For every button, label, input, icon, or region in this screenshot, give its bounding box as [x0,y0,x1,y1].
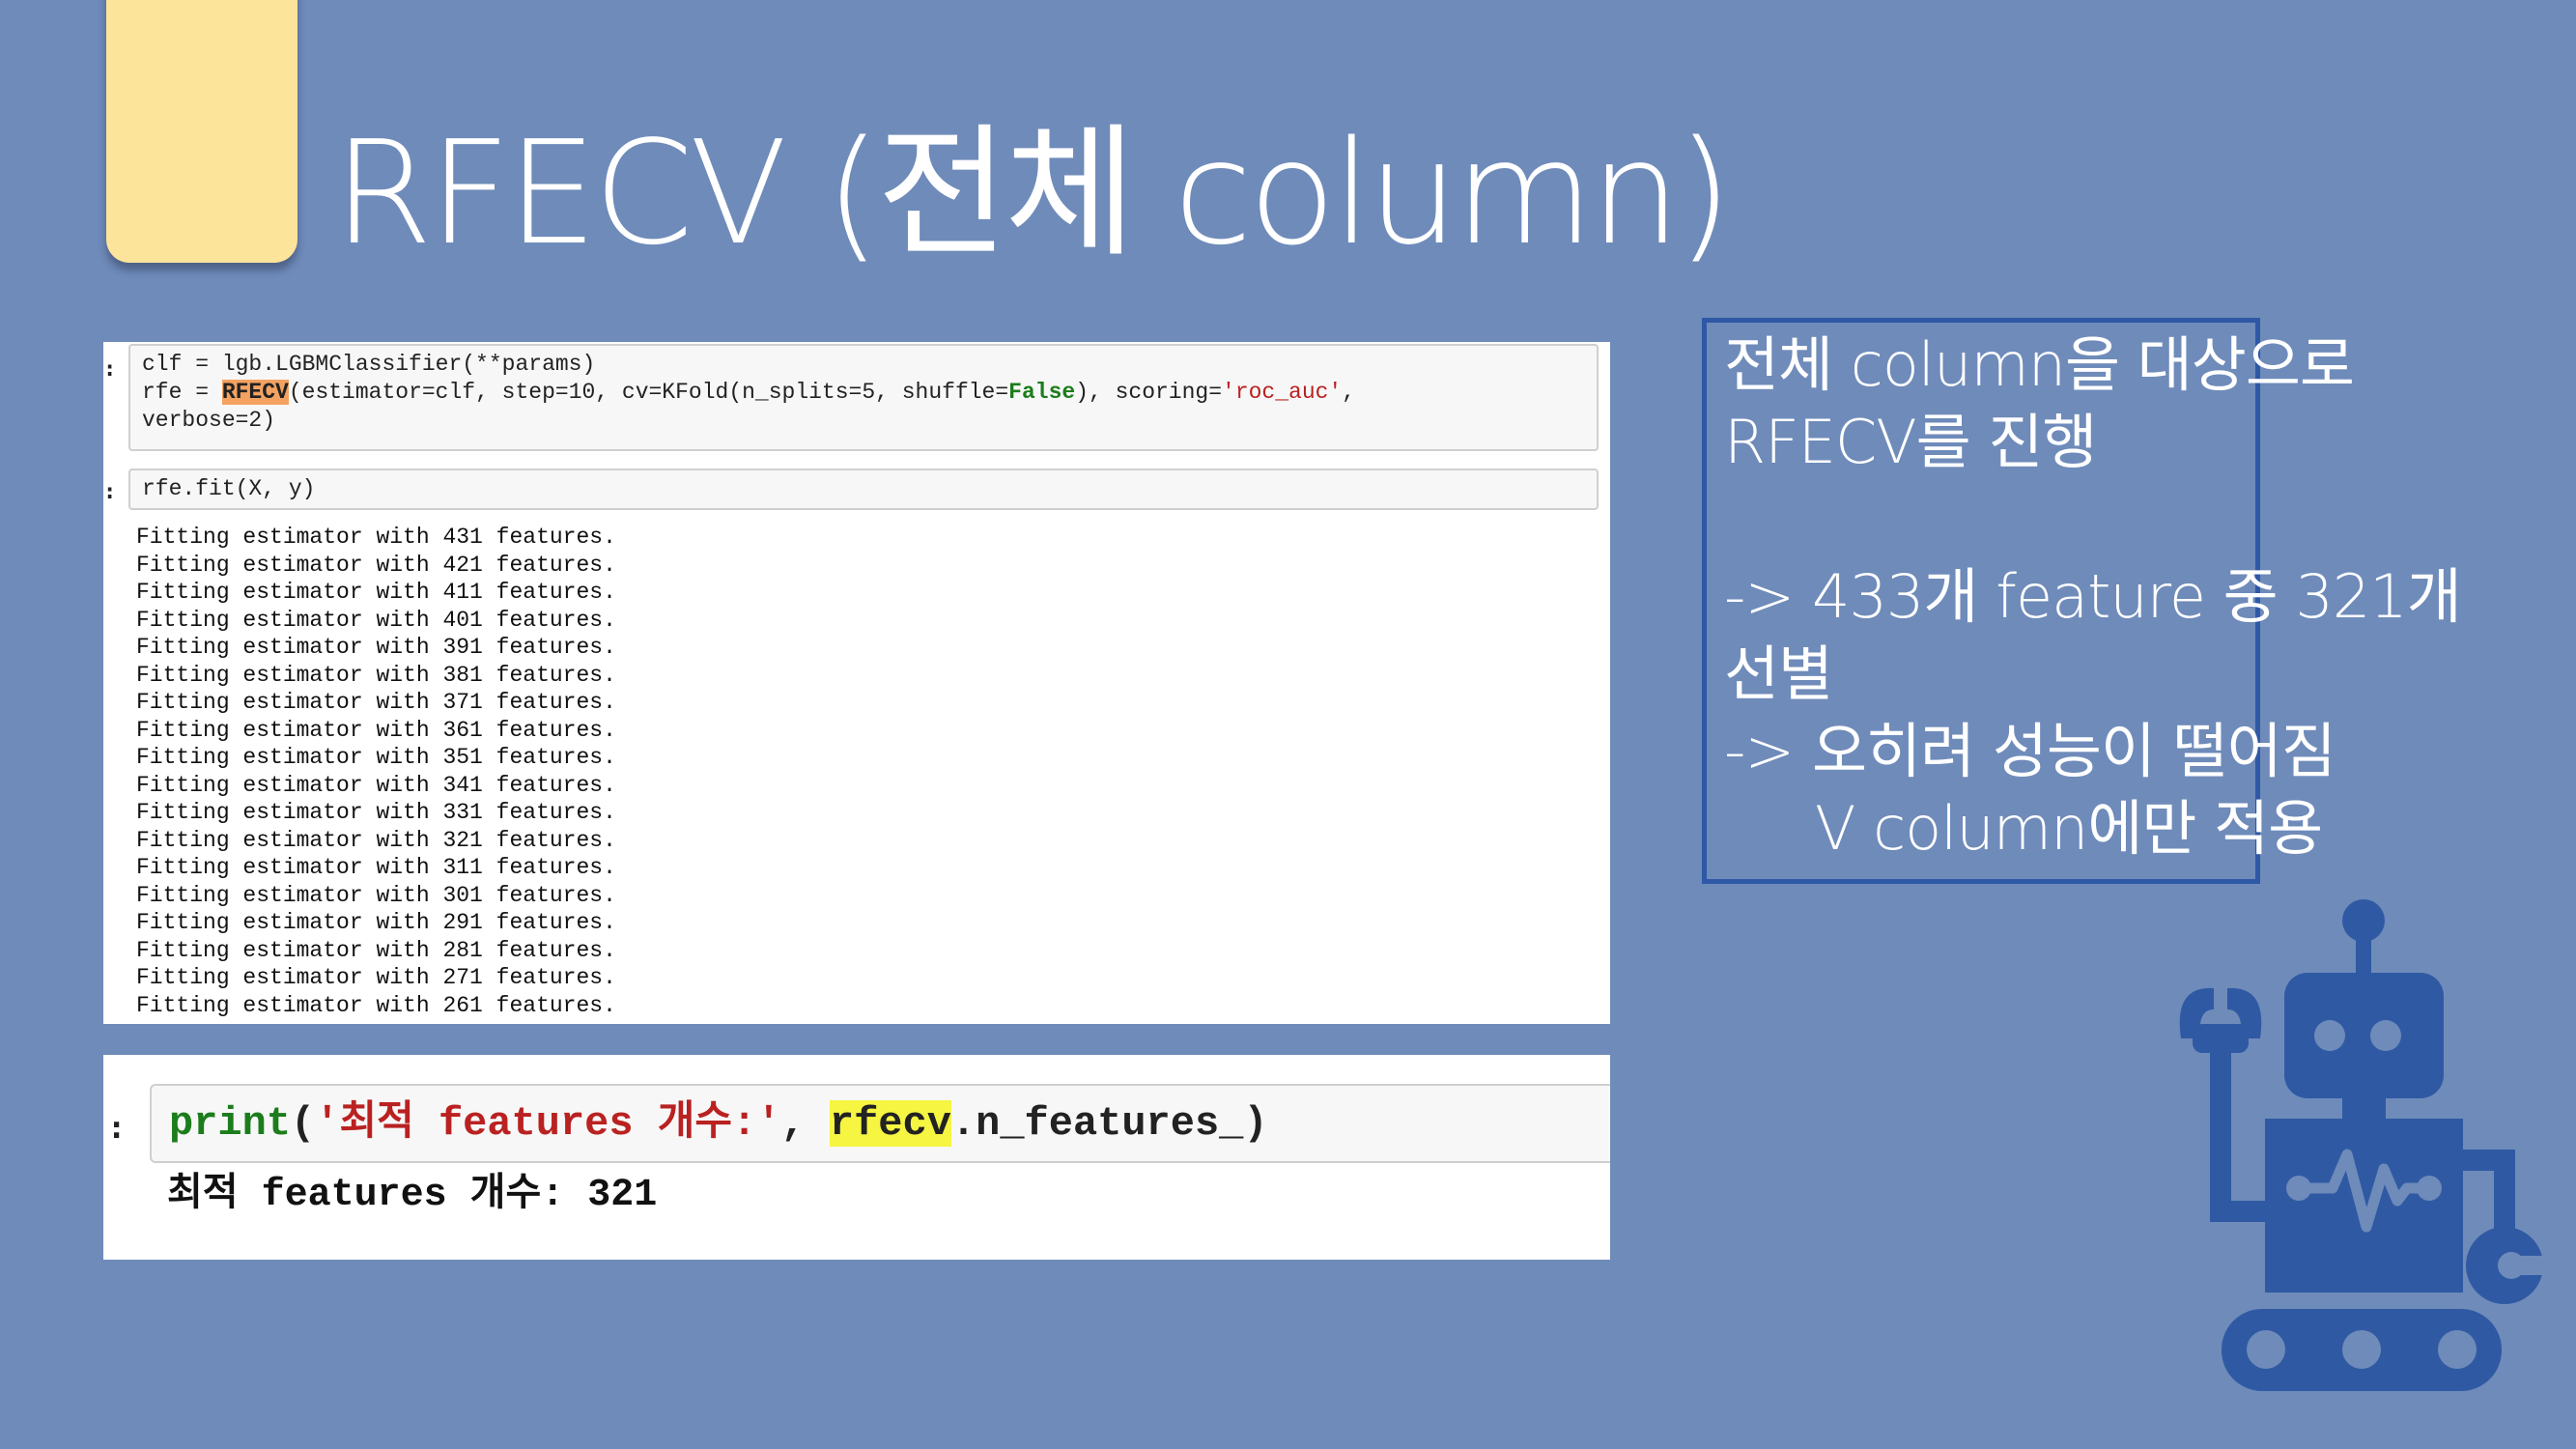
output-line: Fitting estimator with 311 features. [136,855,616,880]
title-tab-decoration [106,0,297,263]
output-line: Fitting estimator with 351 features. [136,745,616,770]
code-screenshot-n-features: : print('최적 features 개수:', rfecv.n_featu… [103,1055,1610,1260]
note-line-7: V column에만 적용 [1815,793,2323,864]
note-line-5: 선별 [1724,639,1833,709]
output-line: Fitting estimator with 411 features. [136,580,616,605]
summary-note-box: 전체 column을 대상으로 RFECV를 진행 -> 433개 featur… [1702,318,2462,884]
robot-icon [2179,899,2560,1391]
note-line-6: -> 오히려 성능이 떨어짐 [1724,716,2336,786]
output-line: Fitting estimator with 301 features. [136,882,616,908]
note-line-3 [1724,481,2255,558]
fit-output-log: Fitting estimator with 431 features. Fit… [136,524,616,1019]
output-line: Fitting estimator with 401 features. [136,607,616,633]
output-line: Fitting estimator with 381 features. [136,662,616,688]
output-line: Fitting estimator with 261 features. [136,992,616,1018]
code-screenshot-rfecv: : clf = lgb.LGBMClassifier(**params) rfe… [103,342,1610,1024]
output-line: Fitting estimator with 271 features. [136,965,616,990]
note-line-2: RFECV를 진행 [1724,407,2097,477]
cell-prompt-2: : [103,480,117,504]
note-line-1: 전체 column을 대상으로 [1724,329,2355,400]
slide-title: RFECV (전체 column) [333,110,1733,276]
code-cell-print: print('최적 features 개수:', rfecv.n_feature… [150,1084,1610,1163]
cell-prompt-1: : [103,357,117,382]
rfecv-var-highlight: rfecv [829,1100,951,1147]
output-line: Fitting estimator with 361 features. [136,717,616,743]
print-output: 최적 features 개수: 321 [167,1174,658,1217]
output-line: Fitting estimator with 391 features. [136,635,616,660]
cell-prompt-3: : [107,1109,127,1146]
code-line-2: rfe = RFECV(estimator=clf, step=10, cv=K… [142,380,1356,405]
output-line: Fitting estimator with 341 features. [136,772,616,798]
output-line: Fitting estimator with 421 features. [136,552,616,578]
rfecv-highlight: RFECV [221,380,289,405]
output-line: Fitting estimator with 321 features. [136,827,616,853]
code-line-1: clf = lgb.LGBMClassifier(**params) [142,352,596,377]
output-line: Fitting estimator with 331 features. [136,800,616,825]
code-cell-fit: rfe.fit(X, y) [128,469,1599,510]
note-line-4: -> 433개 feature 중 321개 [1724,561,2462,632]
output-line: Fitting estimator with 431 features. [136,525,616,550]
output-line: Fitting estimator with 291 features. [136,910,616,935]
code-line-3: verbose=2) [142,408,276,433]
output-line: Fitting estimator with 371 features. [136,690,616,715]
code-cell-rfecv-setup: clf = lgb.LGBMClassifier(**params) rfe =… [128,344,1599,451]
output-line: Fitting estimator with 281 features. [136,937,616,963]
